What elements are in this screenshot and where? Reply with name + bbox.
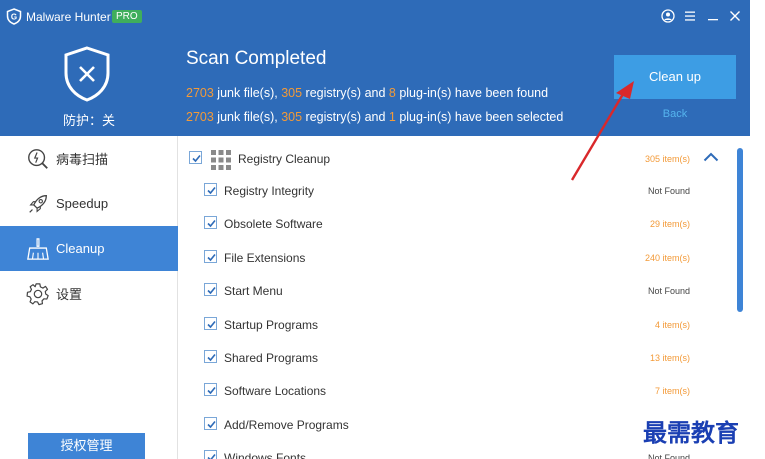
sidebar-item-label: Cleanup	[56, 241, 105, 256]
item-label: Shared Programs	[224, 351, 319, 365]
list-item[interactable]: Registry Integrity Not Found	[179, 172, 739, 205]
list-item[interactable]: Start Menu Not Found	[179, 272, 739, 305]
registry-text: registry(s) and	[302, 86, 389, 100]
sidebar-item-cleanup[interactable]: Cleanup	[0, 226, 178, 271]
group-row-registry-cleanup[interactable]: Registry Cleanup 305 item(s)	[179, 139, 739, 172]
registry-list: Registry Cleanup 305 item(s) Registry In…	[179, 136, 750, 459]
registry-text: registry(s) and	[302, 110, 389, 124]
item-count: Not Found	[647, 286, 690, 297]
sidebar-item-speedup[interactable]: Speedup	[0, 181, 178, 226]
title-bar[interactable]: G Malware Hunter PRO	[0, 0, 750, 32]
item-count: 29 item(s)	[649, 219, 690, 230]
scan-selected-summary: 2703 junk file(s), 305 registry(s) and 1…	[186, 110, 563, 124]
item-label: Registry Integrity	[224, 184, 315, 198]
item-checkbox[interactable]	[204, 383, 217, 397]
registry-count: 305	[281, 86, 303, 100]
plugin-text: plug-in(s) have been selected	[395, 110, 564, 124]
item-checkbox[interactable]	[204, 416, 217, 430]
rocket-icon	[25, 191, 51, 217]
item-label: Software Locations	[224, 384, 327, 399]
group-label: Registry Cleanup	[238, 152, 331, 166]
sidebar-item-label: Speedup	[56, 196, 109, 211]
item-count: Not Found	[647, 453, 690, 459]
user-icon[interactable]	[660, 8, 676, 24]
annotation-arrow	[570, 81, 634, 181]
item-label: Add/Remove Programs	[224, 417, 349, 432]
minimize-icon[interactable]	[705, 8, 721, 24]
junk-text: junk file(s),	[213, 110, 282, 124]
grid-icon	[211, 150, 231, 170]
list-item[interactable]: Shared Programs 13 item(s)	[179, 339, 739, 372]
protection-status: 防护：关	[62, 113, 115, 128]
gear-icon	[25, 281, 51, 307]
plugin-count: 8	[388, 86, 396, 100]
license-management-button[interactable]: 授权管理	[28, 433, 145, 459]
item-checkbox[interactable]	[204, 316, 217, 330]
list-item[interactable]: File Extensions 240 item(s)	[179, 239, 739, 272]
chevron-up-icon[interactable]	[703, 152, 719, 162]
registry-count: 305	[281, 110, 303, 124]
list-item[interactable]: Software Locations 7 item(s)	[179, 372, 739, 405]
close-icon[interactable]	[727, 8, 743, 24]
broom-icon	[25, 236, 51, 262]
sidebar-item-label: 设置	[56, 287, 83, 302]
list-item[interactable]: Obsolete Software 29 item(s)	[179, 205, 739, 238]
item-checkbox[interactable]	[204, 183, 217, 196]
item-label: Obsolete Software	[224, 217, 323, 232]
app-title: Malware Hunter	[26, 10, 111, 24]
junk-text: junk file(s),	[213, 86, 282, 100]
plugin-text: plug-in(s) have been found	[395, 86, 549, 100]
junk-count: 2703	[186, 110, 214, 124]
scan-title: Scan Completed	[186, 48, 327, 69]
list-item[interactable]: Startup Programs 4 item(s)	[179, 306, 739, 339]
pro-badge: PRO	[112, 10, 142, 23]
sidebar-item-label: 病毒扫描	[56, 152, 109, 167]
group-checkbox[interactable]	[189, 151, 202, 164]
item-count: 13 item(s)	[649, 353, 690, 363]
item-label: Start Menu	[224, 284, 283, 299]
item-checkbox[interactable]	[204, 283, 217, 297]
item-label: Windows Fonts	[224, 451, 307, 459]
group-count: 305 item(s)	[644, 154, 690, 164]
item-count: 4 item(s)	[654, 319, 690, 330]
sidebar-item-settings[interactable]: 设置	[0, 271, 178, 316]
item-count: 240 item(s)	[644, 252, 690, 263]
item-checkbox[interactable]	[204, 450, 217, 459]
item-checkbox[interactable]	[204, 249, 217, 263]
plugin-count: 1	[388, 110, 396, 124]
item-count: Not Found	[647, 186, 690, 196]
junk-count: 2703	[186, 86, 214, 100]
sidebar: 病毒扫描 Speedup Cleanup 设置 授权管理	[0, 136, 178, 459]
sidebar-item-virus-scan[interactable]: 病毒扫描	[0, 136, 178, 181]
svg-text:G: G	[11, 13, 17, 22]
item-checkbox[interactable]	[204, 216, 217, 230]
item-count: 7 item(s)	[654, 386, 690, 397]
item-label: Startup Programs	[224, 317, 319, 332]
scrollbar[interactable]	[737, 148, 743, 312]
app-logo-icon: G	[6, 8, 22, 25]
watermark-logo: 最需教育	[643, 418, 739, 447]
item-label: File Extensions	[224, 250, 306, 265]
menu-icon[interactable]	[682, 8, 698, 24]
shield-off-icon	[64, 46, 110, 102]
virus-scan-icon	[25, 146, 51, 172]
scan-found-summary: 2703 junk file(s), 305 registry(s) and 8…	[186, 86, 548, 100]
item-checkbox[interactable]	[204, 350, 217, 363]
